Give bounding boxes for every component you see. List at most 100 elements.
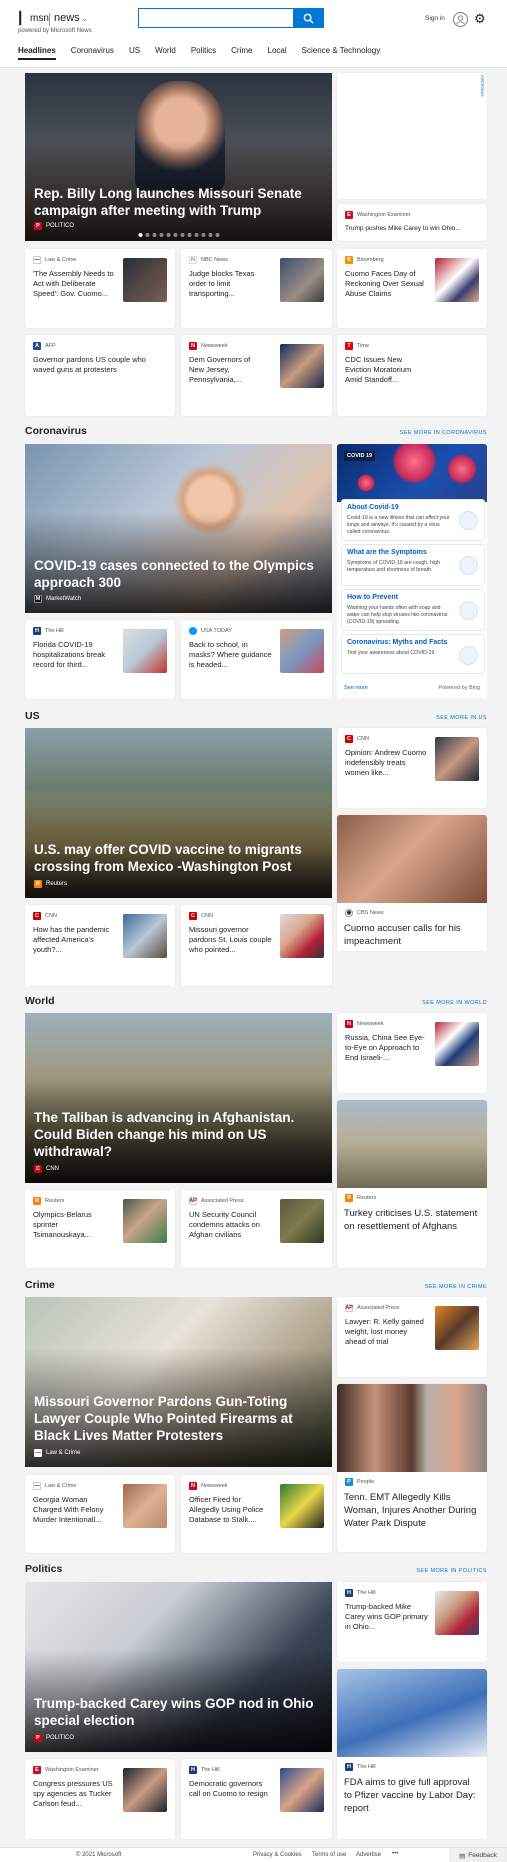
butterfly-icon: ꟾ — [18, 12, 23, 29]
adchoices-label[interactable]: AdChoices — [480, 75, 485, 97]
story-card[interactable]: C CNN Missouri governor pardons St. Louis… — [181, 905, 332, 986]
story-thumbnail — [280, 258, 324, 302]
covid-item-prevent[interactable]: How to Prevent Washing your hands often … — [341, 589, 485, 631]
covid-see-more-link[interactable]: See more — [344, 685, 368, 691]
covid-item-myths[interactable]: Coronavirus: Myths and Facts Test your a… — [341, 634, 485, 674]
story-image — [337, 1100, 487, 1188]
source-label: Bloomberg — [357, 257, 384, 263]
story-thumbnail — [280, 344, 324, 388]
story-thumbnail — [123, 258, 167, 302]
coronavirus-hero-story[interactable]: COVID-19 cases connected to the Olympics… — [25, 444, 332, 613]
story-title: Florida COVID-19 hospitalizations break … — [33, 640, 106, 669]
see-more-crime-link[interactable]: SEE MORE IN CRIME — [425, 1284, 487, 1290]
covid-item-about[interactable]: About Covid-19 Covid-19 is a new illness… — [341, 499, 485, 541]
nav-science-technology[interactable]: Science & Technology — [302, 46, 381, 60]
hero-source: P POLITICO — [34, 1734, 74, 1742]
see-more-us-link[interactable]: SEE MORE IN US — [436, 715, 487, 721]
nav-headlines[interactable]: Headlines — [18, 46, 56, 60]
story-title: Judge blocks Texas order to limit transp… — [189, 269, 255, 298]
search-input[interactable] — [139, 9, 289, 27]
politics-hero-story[interactable]: Trump-backed Carey wins GOP nod in Ohio … — [25, 1582, 332, 1752]
privacy-link[interactable]: Privacy & Cookies — [253, 1852, 302, 1858]
gear-icon[interactable]: ⚙ — [474, 11, 486, 27]
source-label: People — [357, 1479, 375, 1485]
msn-logo[interactable]: ꟾ msn news ⌄ powered by Microsoft News — [18, 9, 113, 35]
story-thumbnail — [123, 629, 167, 673]
story-card-large[interactable]: R Reuters Turkey criticises U.S. statemen… — [337, 1100, 487, 1268]
story-card[interactable]: A AFP Governor pardons US couple who wave… — [25, 335, 175, 416]
story-source: H The Hill — [345, 1763, 376, 1771]
story-card[interactable]: R Reuters Olympics-Belarus sprinter Tsima… — [25, 1190, 175, 1268]
source-logo-icon: AP — [345, 1304, 353, 1312]
story-card[interactable]: AP Associated Press UN Security Council c… — [181, 1190, 332, 1268]
story-card[interactable]: B Bloomberg Cuomo Faces Day of Reckoning … — [337, 249, 487, 328]
covid-item-body: Washing your hands often with soap and w… — [347, 605, 448, 625]
nav-world[interactable]: World — [155, 46, 176, 60]
section-heading-politics[interactable]: Politics — [25, 1563, 62, 1575]
source-logo-icon: AP — [189, 1197, 197, 1205]
world-hero-story[interactable]: The Taliban is advancing in Afghanistan.… — [25, 1013, 332, 1183]
story-card[interactable]: T Time CDC Issues New Eviction Moratorium… — [337, 335, 487, 416]
story-source: N NBC News — [189, 256, 228, 264]
virus-icon — [357, 474, 375, 492]
see-more-coronavirus-link[interactable]: SEE MORE IN CORONAVIRUS — [400, 430, 487, 436]
source-label: Newsweek — [201, 343, 228, 349]
story-card[interactable]: E Washington Examiner Congress pressures … — [25, 1759, 175, 1839]
advertise-link[interactable]: Advertise — [356, 1852, 381, 1858]
terms-link[interactable]: Terms of use — [312, 1852, 346, 1858]
section-heading-coronavirus[interactable]: Coronavirus — [25, 425, 87, 437]
story-card[interactable]: — Law & Crime 'The Assembly Needs to Act … — [25, 249, 175, 328]
story-thumbnail — [280, 1484, 324, 1528]
ad-slot[interactable]: AdChoices — [337, 73, 487, 199]
source-logo-icon: R — [345, 1194, 353, 1202]
story-source: ◉ CBS News — [345, 909, 384, 917]
covid-item-symptoms[interactable]: What are the Symptoms Symptoms of COVID-… — [341, 544, 485, 586]
story-card[interactable]: N Newsweek Russia, China See Eye-to-Eye o… — [337, 1013, 487, 1093]
story-card-large[interactable]: P People Tenn. EMT Allegedly Kills Woman,… — [337, 1384, 487, 1552]
story-card[interactable]: H The Hill Florida COVID-19 hospitalizati… — [25, 620, 175, 699]
search-button[interactable] — [293, 8, 324, 28]
story-card[interactable]: H The Hill Trump-backed Mike Carey wins G… — [337, 1582, 487, 1662]
see-more-politics-link[interactable]: SEE MORE IN POLITICS — [416, 1568, 487, 1574]
story-thumbnail — [280, 914, 324, 958]
story-title: 'The Assembly Needs to Act with Delibera… — [33, 269, 114, 298]
nav-local[interactable]: Local — [268, 46, 287, 60]
headline-hero-story[interactable]: Rep. Billy Long launches Missouri Senate… — [25, 73, 332, 241]
section-heading-us[interactable]: US — [25, 710, 40, 722]
source-label: The Hill — [357, 1590, 376, 1596]
story-card[interactable]: H The Hill Democratic governors call on C… — [181, 1759, 332, 1839]
story-source: E Washington Examiner — [345, 211, 411, 219]
nav-coronavirus[interactable]: Coronavirus — [71, 46, 114, 60]
story-card[interactable]: C CNN How has the pandemic affected Ameri… — [25, 905, 175, 986]
signin-link[interactable]: Sign in — [425, 15, 445, 22]
section-heading-crime[interactable]: Crime — [25, 1279, 55, 1291]
section-heading-world[interactable]: World — [25, 995, 55, 1007]
us-hero-story[interactable]: U.S. may offer COVID vaccine to migrants… — [25, 728, 332, 898]
carousel-dots[interactable] — [138, 233, 219, 237]
story-card-large[interactable]: H The Hill FDA aims to give full approval… — [337, 1669, 487, 1839]
source-label: Newsweek — [357, 1021, 384, 1027]
nav-politics[interactable]: Politics — [191, 46, 216, 60]
story-thumbnail — [435, 1306, 479, 1350]
story-card[interactable]: N Newsweek Dem Governors of New Jersey, P… — [181, 335, 332, 416]
avatar-icon[interactable] — [453, 12, 468, 27]
story-card-large[interactable]: ◉ CBS News Cuomo accuser calls for his im… — [337, 815, 487, 951]
source-label: Associated Press — [201, 1198, 244, 1204]
story-thumbnail — [123, 1484, 167, 1528]
crime-hero-story[interactable]: Missouri Governor Pardons Gun-Toting Law… — [25, 1297, 332, 1467]
nav-crime[interactable]: Crime — [231, 46, 252, 60]
brand-news[interactable]: news ⌄ — [54, 12, 88, 24]
story-card[interactable]: — Law & Crime Georgia Woman Charged With … — [25, 1475, 175, 1553]
hero-title: Missouri Governor Pardons Gun-Toting Law… — [34, 1394, 293, 1443]
side-small-story[interactable]: E Washington Examiner Trump pushes Mike C… — [337, 204, 487, 241]
story-card[interactable]: C CNN Opinion: Andrew Cuomo indefensibly … — [337, 728, 487, 808]
more-icon[interactable]: ••• — [392, 1851, 398, 1857]
story-title: Turkey criticises U.S. statement on rese… — [344, 1208, 478, 1232]
story-card[interactable]: N Newsweek Officer Fired for Allegedly Us… — [181, 1475, 332, 1553]
story-card[interactable]: N NBC News Judge blocks Texas order to li… — [181, 249, 332, 328]
story-card[interactable]: AP Associated Press Lawyer: R. Kelly gain… — [337, 1297, 487, 1377]
feedback-button[interactable]: ▤ Feedback — [449, 1848, 507, 1862]
see-more-world-link[interactable]: SEE MORE IN WORLD — [422, 1000, 487, 1006]
nav-us[interactable]: US — [129, 46, 140, 60]
story-card[interactable]: USA TODAY Back to school, in masks? Wher… — [181, 620, 332, 699]
